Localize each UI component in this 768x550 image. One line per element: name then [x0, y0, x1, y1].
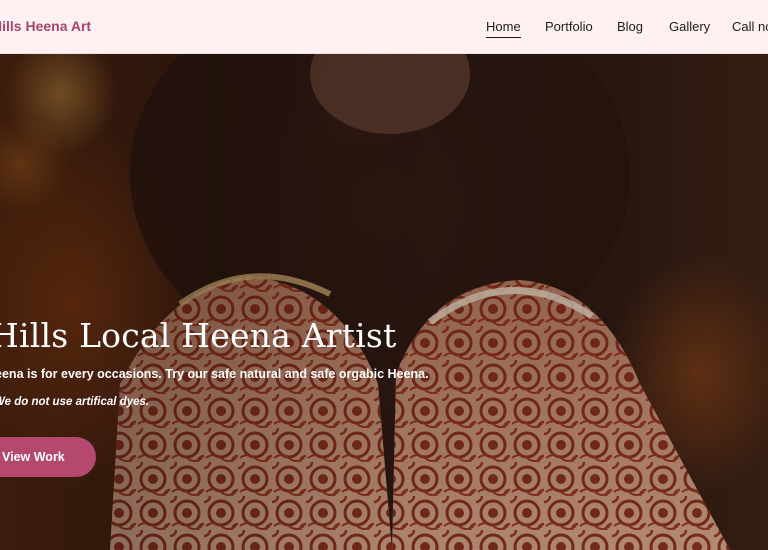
site-header: Hills Heena Art Home Portfolio Blog Gall…: [0, 0, 768, 54]
hero-subtitle: Heena is for every occasions. Try our sa…: [0, 367, 429, 381]
hero-title: Hills Local Heena Artist: [0, 316, 397, 355]
hero-section: Hills Local Heena Artist Heena is for ev…: [0, 54, 768, 550]
nav-gallery[interactable]: Gallery: [669, 19, 710, 34]
nav-blog[interactable]: Blog: [617, 19, 643, 34]
hero-note: We do not use artifical dyes.: [0, 396, 150, 408]
nav-portfolio[interactable]: Portfolio: [545, 19, 593, 34]
nav-call-now[interactable]: Call now: [732, 19, 768, 34]
main-nav: Home Portfolio Blog Gallery Call now: [0, 19, 768, 39]
view-work-button[interactable]: View Work: [0, 437, 96, 477]
hero-overlay: [0, 54, 768, 550]
nav-home[interactable]: Home: [486, 19, 521, 38]
